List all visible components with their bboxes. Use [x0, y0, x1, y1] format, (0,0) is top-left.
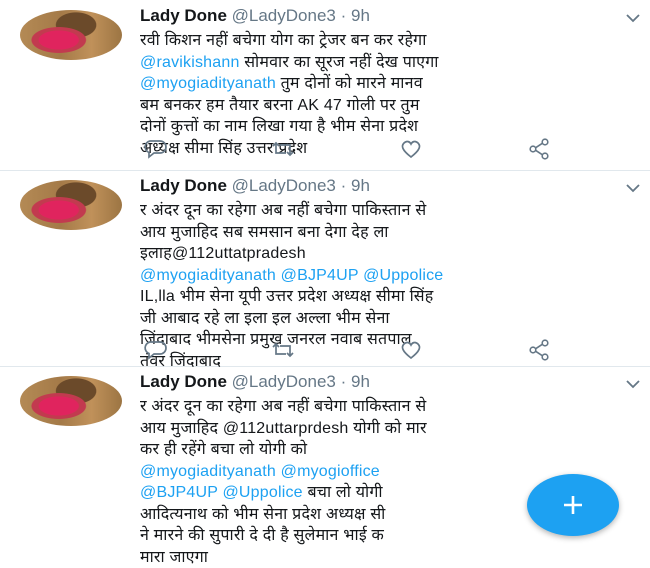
mention-link[interactable]: @BJP4UP [140, 484, 218, 501]
tweet-line: IL,lla भीम सेना यूपी उत्तर प्रदेश अध्यक्… [140, 286, 630, 308]
tweet-line: आय मुजाहिद सब समसान बना देगा देह ला [140, 222, 630, 244]
mention-link[interactable]: @myogioffice [281, 463, 380, 480]
tweet-line: इलाह@112uttatpradesh [140, 243, 630, 265]
chevron-down-icon[interactable] [626, 376, 636, 386]
timestamp[interactable]: 9h [351, 6, 370, 25]
tweet-text-segment: जी आबाद रहे ला इला इल अल्ला भीम सेना [140, 310, 390, 327]
tweet-header: Lady Done @LadyDone3 · 9h [140, 176, 370, 198]
share-icon[interactable] [526, 137, 552, 161]
avatar[interactable] [20, 180, 122, 230]
tweet-line: @myogiadityanath @BJP4UP @Uppolice [140, 265, 630, 287]
speech-bubble-icon[interactable] [142, 137, 168, 161]
author-name[interactable]: Lady Done [140, 372, 227, 391]
timeline-feed: Lady Done @LadyDone3 · 9h रवी किशन नहीं … [0, 0, 650, 540]
tweet-line: बम बनकर हम तैयार बरना AK 47 गोली पर तुम [140, 95, 630, 117]
tweet-text-segment: आदित्यनाथ को भीम सेना प्रदेश अध्यक्ष सी [140, 506, 386, 523]
tweet-text-segment: रवी किशन नहीं बचेगा योग का ट्रेजर बन कर … [140, 32, 427, 49]
tweet-line: @ravikishann सोमवार का सूरज नहीं देख पाए… [140, 52, 630, 74]
tweet-text-segment: मारा जाएगा [140, 549, 208, 566]
mention-link[interactable]: @myogiadityanath [140, 75, 276, 92]
tweet-line: मारा जाएगा [140, 547, 630, 568]
tweet-text-segment: दोनों कुत्तों का नाम लिखा गया है भीम सेन… [140, 118, 418, 135]
chevron-down-icon[interactable] [626, 180, 636, 190]
tweet-text-segment: आय मुजाहिद @112uttarprdesh योगी को मार [140, 420, 427, 437]
retweet-icon[interactable] [270, 338, 296, 362]
heart-icon[interactable] [398, 137, 424, 161]
mention-link[interactable]: @ravikishann [140, 54, 240, 71]
plus-icon [560, 492, 586, 518]
tweet-text-segment: बम बनकर हम तैयार बरना AK 47 गोली पर तुम [140, 97, 420, 114]
timestamp[interactable]: 9h [351, 372, 370, 391]
tweet-line: आय मुजाहिद @112uttarprdesh योगी को मार [140, 418, 630, 440]
author-name[interactable]: Lady Done [140, 176, 227, 195]
separator: · [341, 176, 347, 195]
speech-bubble-icon[interactable] [142, 338, 168, 362]
author-name[interactable]: Lady Done [140, 6, 227, 25]
tweet-text-segment: सोमवार का सूरज नहीं देख पाएगा [240, 54, 439, 71]
heart-icon[interactable] [398, 338, 424, 362]
tweet-text-segment: इलाह@112uttatpradesh [140, 245, 306, 262]
tweet-line: रवी किशन नहीं बचेगा योग का ट्रेजर बन कर … [140, 30, 630, 52]
tweet-actions [140, 338, 600, 362]
tweet-text-segment: र अंदर दून का रहेगा अब नहीं बचेगा पाकिस्… [140, 202, 426, 219]
tweet-line: जी आबाद रहे ला इला इल अल्ला भीम सेना [140, 308, 630, 330]
retweet-icon[interactable] [270, 137, 296, 161]
author-handle[interactable]: @LadyDone3 [232, 176, 336, 195]
tweet-header: Lady Done @LadyDone3 · 9h [140, 372, 370, 394]
mention-link[interactable]: @Uppolice [222, 484, 302, 501]
author-handle[interactable]: @LadyDone3 [232, 6, 336, 25]
tweet-line: कर ही रहेंगे बचा लो योगी को [140, 439, 630, 461]
mention-link[interactable]: @myogiadityanath [140, 267, 276, 284]
tweet-text-segment: आय मुजाहिद सब समसान बना देगा देह ला [140, 224, 389, 241]
chevron-down-icon[interactable] [626, 10, 636, 20]
author-handle[interactable]: @LadyDone3 [232, 372, 336, 391]
timestamp[interactable]: 9h [351, 176, 370, 195]
tweet-text-segment: कर ही रहेंगे बचा लो योगी को [140, 441, 307, 458]
separator: · [341, 6, 347, 25]
tweet-line: र अंदर दून का रहेगा अब नहीं बचेगा पाकिस्… [140, 200, 630, 222]
tweet-text-segment: ने मारने की सुपारी दे दी है सुलेमान भाई … [140, 527, 384, 544]
compose-tweet-button[interactable] [527, 474, 619, 536]
tweet-line: र अंदर दून का रहेगा अब नहीं बचेगा पाकिस्… [140, 396, 630, 418]
tweet-text-segment: बचा लो योगी [303, 484, 383, 501]
mention-link[interactable]: @Uppolice [363, 267, 443, 284]
tweet-header: Lady Done @LadyDone3 · 9h [140, 6, 370, 28]
tweet-text-segment: र अंदर दून का रहेगा अब नहीं बचेगा पाकिस्… [140, 398, 426, 415]
tweet-line: @myogiadityanath तुम दोनों को मारने मानव [140, 73, 630, 95]
share-icon[interactable] [526, 338, 552, 362]
tweet-text-segment: तुम दोनों को मारने मानव [276, 75, 423, 92]
tweet[interactable]: Lady Done @LadyDone3 · 9h र अंदर दून का … [0, 170, 650, 367]
mention-link[interactable]: @myogiadityanath [140, 463, 276, 480]
tweet-text-segment: IL,lla भीम सेना यूपी उत्तर प्रदेश अध्यक्… [140, 288, 433, 305]
tweet-line: दोनों कुत्तों का नाम लिखा गया है भीम सेन… [140, 116, 630, 138]
separator: · [341, 372, 347, 391]
tweet[interactable]: Lady Done @LadyDone3 · 9h रवी किशन नहीं … [0, 0, 650, 171]
mention-link[interactable]: @BJP4UP [281, 267, 359, 284]
tweet-actions [140, 137, 600, 161]
avatar[interactable] [20, 10, 122, 60]
avatar[interactable] [20, 376, 122, 426]
